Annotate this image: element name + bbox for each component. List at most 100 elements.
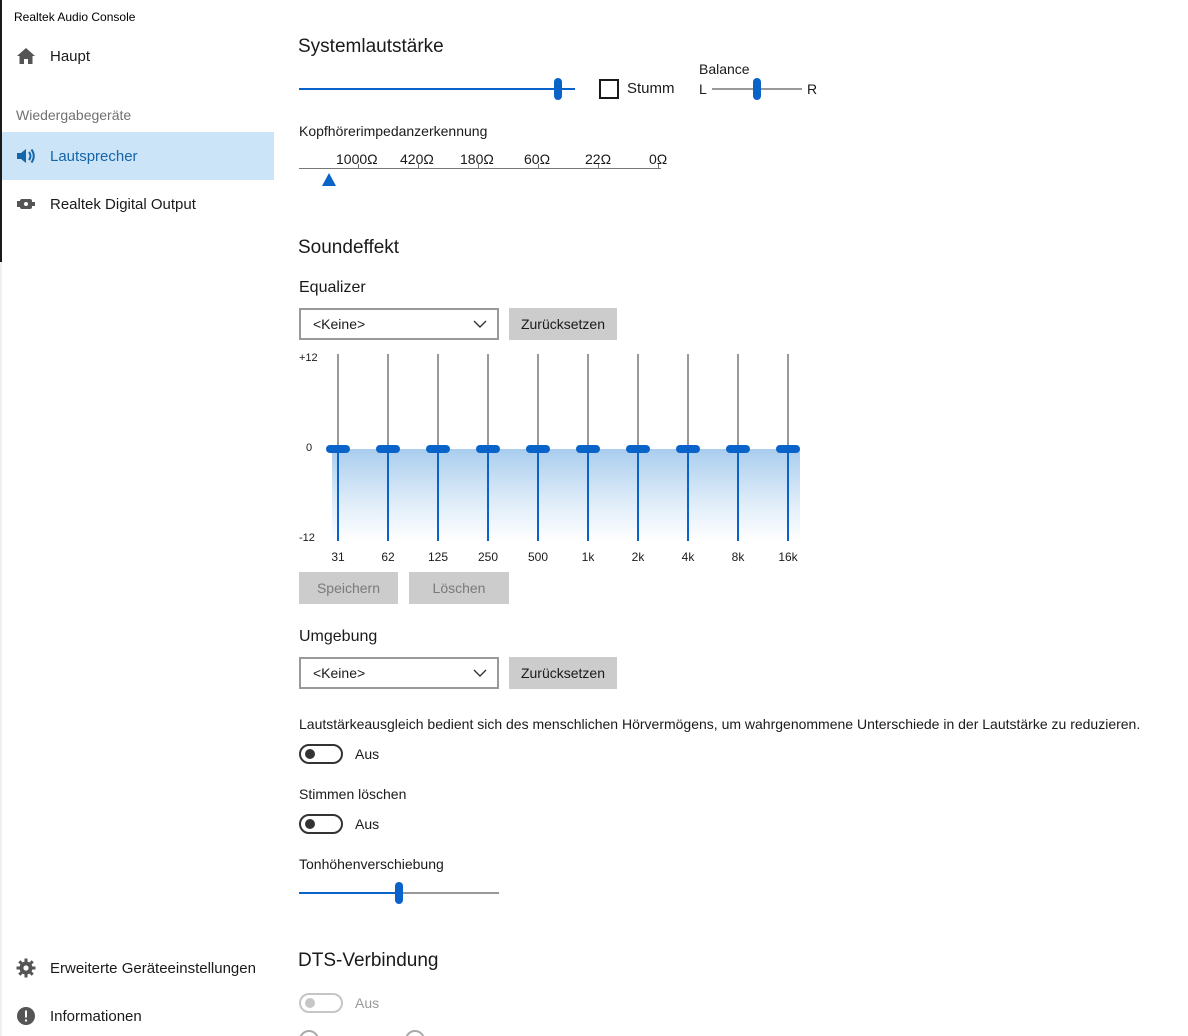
gear-icon — [2, 958, 50, 978]
eq-band-thumb[interactable] — [426, 445, 450, 453]
pitch-shift-slider[interactable] — [299, 882, 499, 904]
nav-information[interactable]: Informationen — [2, 992, 274, 1036]
environment-label: Umgebung — [299, 628, 378, 645]
impedance-tick-label: 22Ω — [585, 151, 612, 167]
eq-band-frequency-label: 4k — [681, 550, 695, 564]
window-edge-lower — [0, 262, 2, 1036]
system-volume-heading: Systemlautstärke — [298, 36, 444, 57]
system-volume-thumb[interactable] — [554, 78, 562, 100]
voice-cancel-toggle[interactable] — [299, 814, 343, 834]
eq-band-thumb[interactable] — [326, 445, 350, 453]
nav-device-speakers[interactable]: Lautsprecher — [2, 132, 274, 180]
eq-band-frequency-label: 125 — [427, 550, 449, 564]
balance-right-label: R — [807, 81, 818, 97]
loudness-description: Lautstärkeausgleich bedient sich des men… — [299, 716, 1141, 732]
balance-left-label: L — [699, 81, 707, 97]
eq-band-fill — [787, 449, 789, 541]
nav-device-speakers-label: Lautsprecher — [50, 147, 138, 165]
info-icon — [2, 1006, 50, 1026]
speaker-icon — [2, 147, 50, 165]
eq-band-thumb[interactable] — [726, 445, 750, 453]
eq-band-track — [637, 354, 639, 449]
equalizer-preset-dropdown[interactable]: <Keine> — [299, 308, 499, 340]
eq-band-track — [587, 354, 589, 449]
equalizer-preset-value: <Keine> — [313, 316, 366, 332]
eq-band-thumb[interactable] — [676, 445, 700, 453]
eq-band-track — [787, 354, 789, 449]
impedance-marker-icon — [322, 173, 336, 186]
eq-band-fill — [737, 449, 739, 541]
nav-advanced-settings-label: Erweiterte Geräteeinstellungen — [50, 959, 256, 977]
eq-band-fill — [437, 449, 439, 541]
eq-band-frequency-label: 62 — [381, 550, 395, 564]
nav-home-label: Haupt — [50, 47, 91, 65]
eq-band-frequency-label: 8k — [731, 550, 745, 564]
impedance-tick-label: 420Ω — [400, 151, 434, 167]
eq-band-frequency-label: 16k — [778, 550, 798, 564]
equalizer-reset-button[interactable]: Zurücksetzen — [509, 308, 617, 340]
eq-band-fill — [537, 449, 539, 541]
equalizer-fill-area — [332, 449, 800, 541]
balance-thumb[interactable] — [753, 78, 761, 100]
eq-band-frequency-label: 1k — [581, 550, 595, 564]
environment-reset-button[interactable]: Zurücksetzen — [509, 657, 617, 689]
eq-band-thumb[interactable] — [776, 445, 800, 453]
sound-effect-heading: Soundeffekt — [298, 237, 400, 258]
pitch-shift-label: Tonhöhenverschiebung — [299, 856, 444, 872]
nav-device-digital-output[interactable]: Realtek Digital Output — [2, 180, 274, 228]
nav-information-label: Informationen — [50, 1007, 142, 1025]
chevron-down-icon — [473, 669, 487, 677]
impedance-tick-label: 180Ω — [460, 151, 494, 167]
dts-radio-option[interactable] — [299, 1030, 319, 1036]
eq-band-fill — [587, 449, 589, 541]
eq-band-frequency-label: 500 — [527, 550, 549, 564]
eq-band-track — [537, 354, 539, 449]
eq-band-thumb[interactable] — [526, 445, 550, 453]
eq-band-thumb[interactable] — [376, 445, 400, 453]
eq-band-fill — [387, 449, 389, 541]
nav-advanced-settings[interactable]: Erweiterte Geräteeinstellungen — [2, 944, 274, 992]
eq-band-track — [487, 354, 489, 449]
nav-device-digital-output-label: Realtek Digital Output — [50, 195, 196, 213]
eq-band-track — [387, 354, 389, 449]
impedance-tick-label: 1000Ω — [336, 151, 378, 167]
eq-band-fill — [687, 449, 689, 541]
chevron-down-icon — [473, 320, 487, 328]
equalizer-delete-button[interactable]: Löschen — [409, 572, 509, 604]
voice-cancel-label: Stimmen löschen — [299, 786, 407, 802]
eq-band-frequency-label: 31 — [331, 550, 345, 564]
eq-band-thumb[interactable] — [576, 445, 600, 453]
mute-label: Stumm — [627, 80, 675, 97]
dts-toggle-state: Aus — [355, 995, 380, 1011]
system-volume-slider[interactable] — [299, 78, 581, 100]
impedance-tick-label: 0Ω — [649, 151, 668, 167]
eq-scale-max: +12 — [299, 352, 318, 364]
pitch-shift-thumb[interactable] — [395, 882, 403, 904]
dts-toggle[interactable] — [299, 993, 343, 1013]
pitch-track-fill — [299, 892, 399, 894]
digital-output-icon — [2, 198, 50, 210]
eq-band-track — [437, 354, 439, 449]
eq-scale-min: -12 — [299, 532, 315, 544]
eq-band-thumb[interactable] — [476, 445, 500, 453]
mute-checkbox[interactable] — [599, 79, 619, 99]
balance-label: Balance — [699, 61, 750, 77]
balance-slider[interactable] — [712, 78, 802, 100]
pitch-track-rest — [399, 892, 499, 894]
equalizer-save-button[interactable]: Speichern — [299, 572, 398, 604]
eq-band-thumb[interactable] — [626, 445, 650, 453]
eq-band-frequency-label: 2k — [631, 550, 645, 564]
dts-radio-option[interactable] — [405, 1030, 425, 1036]
window-title: Realtek Audio Console — [14, 10, 136, 24]
playback-devices-heading: Wiedergabegeräte — [16, 107, 132, 123]
loudness-toggle[interactable] — [299, 744, 343, 764]
nav-home[interactable]: Haupt — [2, 32, 274, 80]
dts-heading: DTS-Verbindung — [298, 950, 439, 971]
environment-dropdown[interactable]: <Keine> — [299, 657, 499, 689]
environment-value: <Keine> — [313, 665, 366, 681]
equalizer-label: Equalizer — [299, 279, 366, 296]
eq-band-track — [687, 354, 689, 449]
eq-band-track — [737, 354, 739, 449]
eq-band-fill — [487, 449, 489, 541]
headphone-impedance-label: Kopfhörerimpedanzerkennung — [299, 123, 488, 139]
